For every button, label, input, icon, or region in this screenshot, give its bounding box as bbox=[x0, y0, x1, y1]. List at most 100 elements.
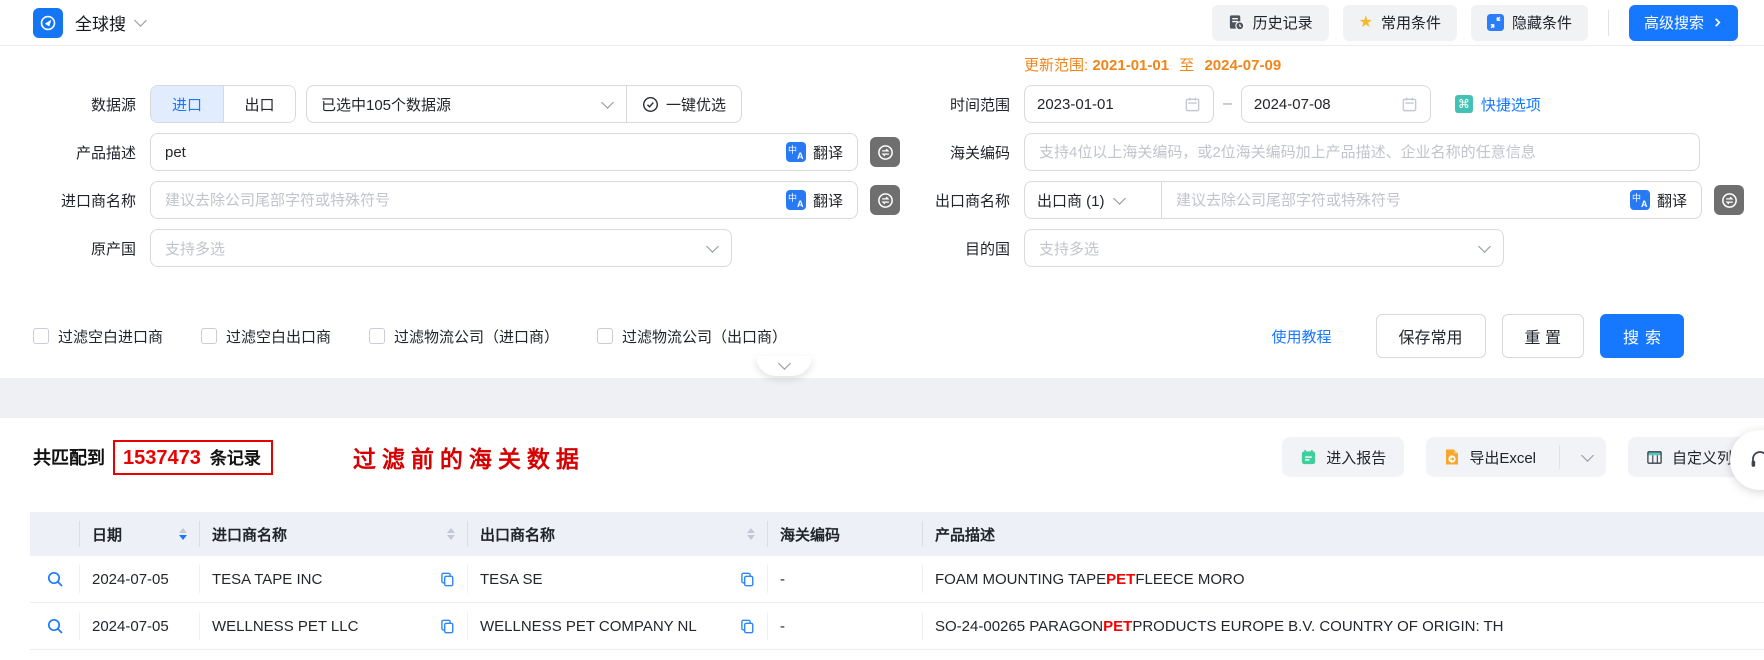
match-count-highlight-box: 1537473 条记录 bbox=[113, 439, 273, 475]
exporter-name: TESA SE bbox=[480, 570, 543, 588]
optimize-label: 一键优选 bbox=[665, 96, 726, 114]
one-click-optimize-button[interactable]: 一键优选 bbox=[627, 94, 741, 115]
update-range-end: 2024-07-09 bbox=[1204, 57, 1282, 74]
row-detail-button[interactable] bbox=[30, 565, 80, 593]
copy-icon[interactable] bbox=[440, 619, 455, 634]
origin-country-select[interactable]: 支持多选 bbox=[150, 229, 732, 267]
translate-button[interactable]: 中A 翻译 bbox=[772, 190, 857, 211]
product-desc-label: 产品描述 bbox=[75, 144, 136, 162]
star-icon: ★ bbox=[1358, 13, 1373, 31]
match-count-suffix: 条记录 bbox=[209, 448, 261, 468]
chevron-down-icon[interactable] bbox=[134, 14, 147, 27]
exact-match-toggle[interactable] bbox=[1714, 185, 1744, 215]
sort-control-date[interactable] bbox=[171, 528, 187, 540]
checkbox[interactable] bbox=[597, 328, 614, 344]
dest-country-placeholder: 支持多选 bbox=[1039, 240, 1100, 258]
product-desc-input[interactable] bbox=[151, 134, 772, 170]
hs-code-input[interactable] bbox=[1025, 134, 1699, 170]
update-range-to: 至 bbox=[1179, 57, 1195, 74]
cell-date: 2024-07-05 bbox=[80, 565, 200, 593]
checkbox-label: 过滤物流公司（进口商） bbox=[394, 328, 560, 346]
hs-code-inputbox bbox=[1024, 133, 1700, 171]
tab-export[interactable]: 出口 bbox=[223, 86, 295, 122]
advanced-search-button[interactable]: 高级搜索 bbox=[1628, 4, 1738, 41]
export-excel-label: 导出Excel bbox=[1469, 449, 1536, 467]
checkbox[interactable] bbox=[369, 328, 386, 344]
enter-report-button[interactable]: 进入报告 bbox=[1282, 437, 1405, 477]
exact-match-toggle[interactable] bbox=[870, 137, 900, 167]
search-form-panel: 更新范围: 2021-01-01 至 2024-07-09 数据源 进口 出口 … bbox=[0, 46, 1764, 378]
calendar-icon bbox=[1402, 97, 1417, 111]
checkbox-label: 过滤物流公司（出口商） bbox=[622, 328, 788, 346]
panel-gap bbox=[0, 378, 1764, 418]
enter-report-label: 进入报告 bbox=[1326, 449, 1387, 467]
table-row: 2024-07-05 TESA TAPE INC TESA SE - FOAM … bbox=[30, 556, 1764, 603]
translate-button[interactable]: 中A 翻译 bbox=[1616, 190, 1701, 211]
translate-label: 翻译 bbox=[812, 192, 843, 210]
history-icon bbox=[1229, 15, 1244, 31]
cell-hs-code: - bbox=[768, 612, 923, 640]
checkbox-filter-blank-importer[interactable]: 过滤空白进口商 bbox=[33, 326, 163, 347]
checkbox-filter-logistics-exporter[interactable]: 过滤物流公司（出口商） bbox=[597, 326, 787, 347]
collapse-icon bbox=[1486, 14, 1504, 31]
exporter-input[interactable] bbox=[1162, 182, 1616, 218]
importer-input[interactable] bbox=[151, 182, 772, 218]
product-desc-row: 产品描述 中A 翻译 bbox=[20, 128, 900, 176]
export-excel-split-button: 导出Excel bbox=[1426, 437, 1606, 477]
dest-country-select[interactable]: 支持多选 bbox=[1024, 229, 1504, 267]
copy-icon[interactable] bbox=[440, 572, 455, 587]
table-header-exporter: 出口商名称 bbox=[468, 521, 768, 547]
reset-button[interactable]: 重 置 bbox=[1501, 314, 1584, 358]
checkbox-filter-blank-exporter[interactable]: 过滤空白出口商 bbox=[201, 326, 331, 347]
importer-name: WELLNESS PET LLC bbox=[212, 617, 359, 635]
direction-segmented-control: 进口 出口 bbox=[150, 85, 296, 123]
copy-icon[interactable] bbox=[740, 619, 755, 634]
topbar-actions: 历史记录 ★ 常用条件 隐藏条件 高级搜索 bbox=[1211, 4, 1738, 41]
favorites-button[interactable]: ★ 常用条件 bbox=[1342, 4, 1457, 41]
translate-button[interactable]: 中A 翻译 bbox=[772, 142, 857, 163]
exact-match-toggle[interactable] bbox=[870, 185, 900, 215]
save-common-button[interactable]: 保存常用 bbox=[1375, 314, 1486, 358]
dest-country-label: 目的国 bbox=[964, 240, 1010, 258]
checkbox[interactable] bbox=[33, 328, 49, 344]
date-separator: – bbox=[1223, 95, 1232, 112]
checkbox-filter-logistics-importer[interactable]: 过滤物流公司（进口商） bbox=[369, 326, 559, 347]
data-source-label: 数据源 bbox=[90, 96, 136, 114]
sort-control-importer[interactable] bbox=[439, 528, 455, 540]
search-button[interactable]: 搜索 bbox=[1599, 314, 1684, 358]
desc-highlight: PET bbox=[1103, 617, 1133, 635]
checkbox[interactable] bbox=[201, 328, 218, 344]
hide-conditions-label: 隐藏条件 bbox=[1511, 15, 1572, 32]
tutorial-link[interactable]: 使用教程 bbox=[1272, 326, 1332, 347]
results-panel: 共匹配到 1537473 条记录 过滤前的海关数据 进入报告 导出Excel 自… bbox=[0, 418, 1764, 660]
data-source-select[interactable]: 已选中105个数据源 bbox=[307, 94, 626, 115]
translate-icon: 中A bbox=[785, 190, 806, 210]
export-options-dropdown[interactable] bbox=[1569, 437, 1606, 477]
results-actions: 进入报告 导出Excel 自定义列 bbox=[1260, 437, 1764, 477]
exporter-combo: 出口商 (1) 中A 翻译 bbox=[1024, 181, 1702, 219]
exporter-type-select[interactable]: 出口商 (1) bbox=[1025, 190, 1161, 211]
table-header-date: 日期 bbox=[80, 521, 200, 547]
quick-options-link[interactable]: ⌘ 快捷选项 bbox=[1454, 94, 1541, 115]
desc-text: FOAM MOUNTING TAPE bbox=[935, 570, 1107, 588]
history-button[interactable]: 历史记录 bbox=[1211, 4, 1329, 41]
row-detail-button[interactable] bbox=[30, 612, 80, 640]
form-left-column: 数据源 进口 出口 已选中105个数据源 一键优选 产品描述 pet 中 A 翻… bbox=[20, 80, 900, 272]
tab-import[interactable]: 进口 bbox=[151, 86, 223, 122]
importer-name: TESA TAPE INC bbox=[212, 570, 323, 588]
copy-icon[interactable] bbox=[740, 572, 755, 587]
origin-country-label: 原产国 bbox=[90, 240, 136, 258]
end-date-value: 2024-07-08 bbox=[1253, 95, 1331, 113]
checkbox-label: 过滤空白出口商 bbox=[226, 328, 332, 346]
collapse-form-tab[interactable] bbox=[756, 356, 812, 376]
desc-text: SO-24-00265 PARAGON bbox=[935, 617, 1104, 635]
headset-icon bbox=[1751, 451, 1764, 467]
hide-conditions-button[interactable]: 隐藏条件 bbox=[1470, 4, 1588, 41]
header-label: 海关编码 bbox=[780, 526, 841, 544]
sort-control-exporter[interactable] bbox=[739, 528, 755, 540]
header-label: 出口商名称 bbox=[480, 526, 556, 544]
start-date-picker[interactable]: 2023-01-01 bbox=[1024, 85, 1214, 123]
export-excel-button[interactable]: 导出Excel bbox=[1426, 437, 1550, 477]
end-date-picker[interactable]: 2024-07-08 bbox=[1240, 85, 1431, 123]
desc-text: FLEECE MORO bbox=[1135, 570, 1245, 588]
